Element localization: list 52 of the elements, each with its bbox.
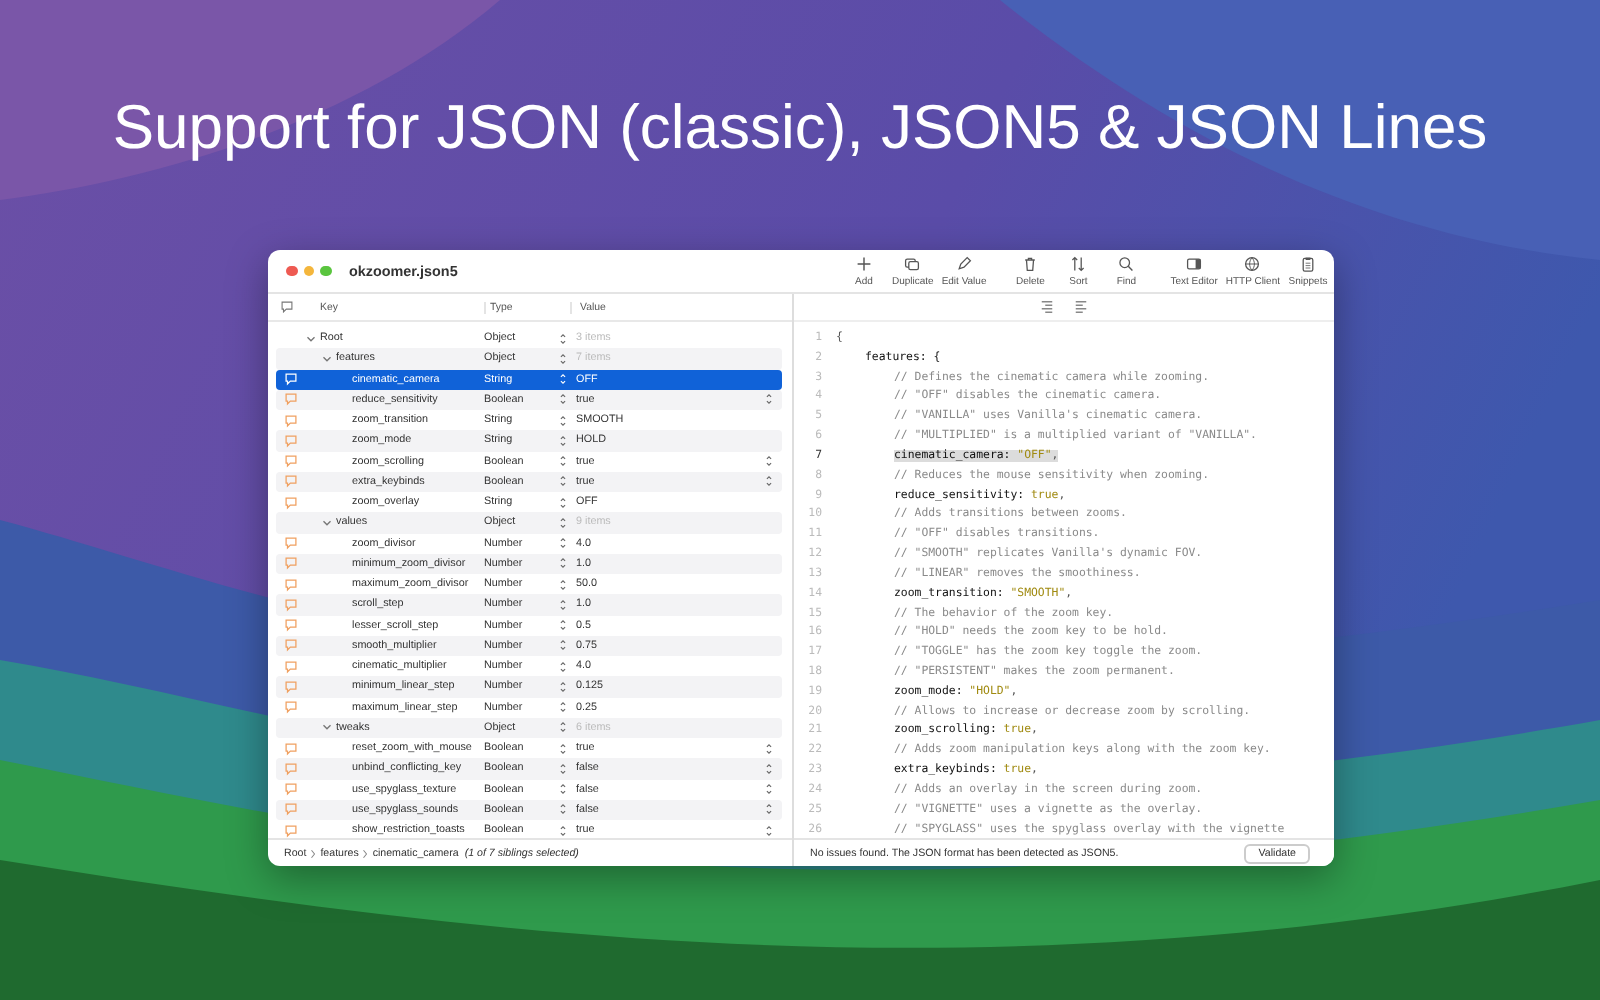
updown-icon[interactable] (558, 782, 568, 797)
updown-icon[interactable] (558, 577, 568, 592)
chevron-right-icon (308, 847, 319, 859)
comment-icon (280, 300, 294, 314)
sidebar-icon (1186, 255, 1203, 271)
updown-icon[interactable] (558, 433, 568, 448)
disclosure-icon[interactable] (320, 720, 334, 735)
updown-icon[interactable] (558, 659, 568, 674)
updown-icon[interactable] (764, 782, 774, 797)
disclosure-icon[interactable] (320, 515, 334, 530)
updown-icon[interactable] (764, 761, 774, 776)
duplicate-icon (904, 255, 921, 271)
search-icon (1118, 255, 1135, 271)
updown-icon[interactable] (558, 474, 568, 489)
updown-icon[interactable] (558, 761, 568, 776)
trash-icon (1022, 255, 1039, 271)
disclosure-icon[interactable] (320, 351, 334, 366)
updown-icon[interactable] (764, 741, 774, 756)
updown-icon[interactable] (558, 741, 568, 756)
updown-icon[interactable] (764, 474, 774, 489)
close-button[interactable] (286, 265, 297, 277)
align-right-icon[interactable] (1040, 300, 1054, 314)
headline: Support for JSON (classic), JSON5 & JSON Lines (110, 90, 1490, 164)
pencil-icon (956, 255, 973, 271)
updown-icon[interactable] (558, 454, 568, 469)
updown-icon[interactable] (764, 802, 774, 817)
updown-icon[interactable] (558, 638, 568, 653)
align-left-icon[interactable] (1074, 300, 1088, 314)
updown-icon[interactable] (764, 454, 774, 469)
disclosure-icon[interactable] (304, 331, 318, 346)
updown-icon[interactable] (558, 823, 568, 838)
updown-icon[interactable] (558, 618, 568, 633)
chevron-right-icon (360, 847, 371, 859)
updown-icon[interactable] (558, 679, 568, 694)
globe-icon (1244, 255, 1261, 271)
updown-icon[interactable] (558, 720, 568, 735)
plus-icon (855, 255, 872, 271)
updown-icon[interactable] (558, 351, 568, 366)
updown-icon[interactable] (558, 331, 568, 346)
updown-icon[interactable] (558, 802, 568, 817)
updown-icon[interactable] (558, 413, 568, 428)
updown-icon[interactable] (558, 556, 568, 571)
updown-icon[interactable] (558, 495, 568, 510)
sort-icon (1070, 255, 1087, 271)
updown-icon[interactable] (558, 700, 568, 715)
updown-icon[interactable] (558, 392, 568, 407)
updown-icon[interactable] (558, 597, 568, 612)
updown-icon[interactable] (764, 392, 774, 407)
updown-icon[interactable] (764, 823, 774, 838)
clipboard-icon (1300, 255, 1316, 271)
updown-icon[interactable] (558, 536, 568, 551)
updown-icon[interactable] (558, 515, 568, 530)
